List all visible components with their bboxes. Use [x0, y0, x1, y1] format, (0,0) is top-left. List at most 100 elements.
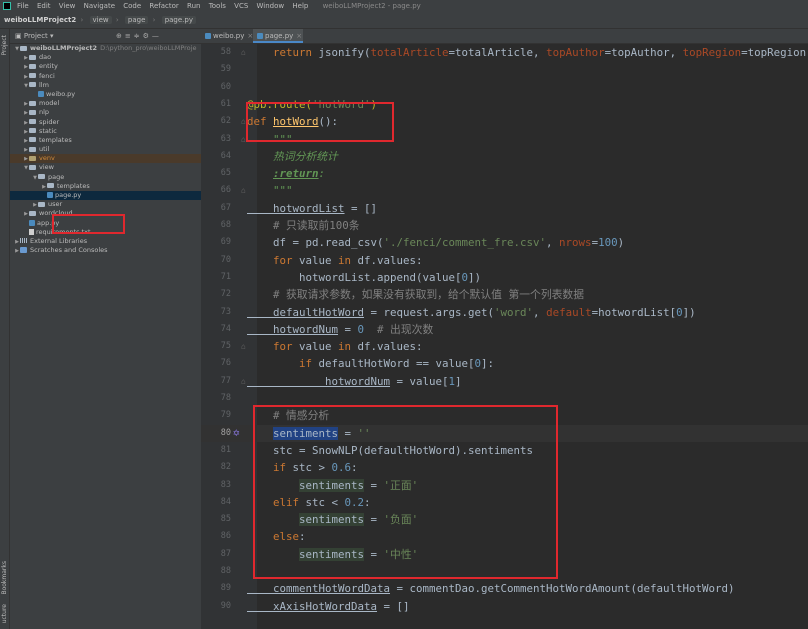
breadcrumb-page[interactable]: page [124, 16, 149, 24]
fold-marker-icon[interactable]: ⌂ [241, 113, 246, 130]
gear-icon[interactable]: ⚙ [143, 32, 152, 40]
tree-item[interactable]: ▶ util [10, 145, 201, 154]
code-line[interactable]: 78 [201, 390, 808, 407]
tree-item[interactable]: app.py [10, 219, 201, 228]
line-number[interactable]: 83 [201, 477, 231, 494]
line-number[interactable]: 61 [201, 96, 231, 113]
menu-refactor[interactable]: Refactor [149, 2, 178, 10]
tree-item[interactable]: ▼ page [10, 173, 201, 182]
code-line[interactable]: 66 ⌂ """ [201, 182, 808, 199]
code-line[interactable]: 85 sentiments = '负面' [201, 511, 808, 528]
tree-item[interactable]: ▼ view [10, 163, 201, 172]
code-line[interactable]: 63 ⌂ """ [201, 131, 808, 148]
structure-tool-button[interactable]: ucture [1, 604, 8, 623]
line-number[interactable]: 66 [201, 182, 231, 199]
tree-item[interactable]: page.py [10, 191, 201, 201]
code-line[interactable]: 61 @pb.route('hotWord') [201, 96, 808, 113]
code-line[interactable]: 71 hotwordList.append(value[0]) [201, 269, 808, 286]
line-number[interactable]: 62 [201, 113, 231, 130]
tree-item[interactable]: ▶ static [10, 127, 201, 136]
code-line[interactable]: 75 ⌂ for value in df.values: [201, 338, 808, 355]
line-number[interactable]: 89 [201, 580, 231, 597]
line-number[interactable]: 68 [201, 217, 231, 234]
menu-tools[interactable]: Tools [209, 2, 226, 10]
code-line[interactable]: 67 hotwordList = [] [201, 200, 808, 217]
line-number[interactable]: 69 [201, 234, 231, 251]
line-number[interactable]: 87 [201, 546, 231, 563]
menu-run[interactable]: Run [187, 2, 200, 10]
menu-vcs[interactable]: VCS [234, 2, 248, 10]
fold-marker-icon[interactable]: ⌂ [241, 373, 246, 390]
code-line[interactable]: 81 stc = SnowNLP(defaultHotWord).sentime… [201, 442, 808, 459]
code-line[interactable]: 77 ⌂ hotwordNum = value[1] [201, 373, 808, 390]
project-tool-button[interactable]: Project [1, 35, 8, 56]
tree-item[interactable]: ▶ External Libraries [10, 237, 201, 246]
tab-weibo-py[interactable]: weibo.py × [201, 29, 255, 43]
line-number[interactable]: 65 [201, 165, 231, 182]
menu-help[interactable]: Help [292, 2, 308, 10]
line-number[interactable]: 78 [201, 390, 231, 407]
code-line[interactable]: 90 xAxisHotWordData = [] [201, 598, 808, 615]
code-line[interactable]: 84 elif stc < 0.2: [201, 494, 808, 511]
line-number[interactable]: 76 [201, 355, 231, 372]
breadcrumb-file[interactable]: page.py [161, 16, 196, 24]
code-line[interactable]: 58 ⌂ return jsonify(totalArticle=totalArt… [201, 44, 808, 61]
breadcrumb-view[interactable]: view [89, 16, 112, 24]
tree-item[interactable]: ▶ fenci [10, 72, 201, 81]
line-number[interactable]: 67 [201, 200, 231, 217]
tree-item[interactable]: ▶ wordcloud [10, 209, 201, 218]
code-line[interactable]: 87 sentiments = '中性' [201, 546, 808, 563]
tree-item[interactable]: ▶ user [10, 200, 201, 209]
bookmark-icon[interactable]: ✡ [233, 426, 245, 439]
code-line[interactable]: 76 if defaultHotWord == value[0]: [201, 355, 808, 372]
code-line[interactable]: 80 ✡ sentiments = '' [201, 424, 808, 442]
line-number[interactable]: 90 [201, 598, 231, 615]
tree-item[interactable]: ▶ templates [10, 182, 201, 191]
menu-window[interactable]: Window [257, 2, 285, 10]
tree-item[interactable]: ▶ spider [10, 118, 201, 127]
menu-view[interactable]: View [59, 2, 76, 10]
tree-item[interactable]: requirements.txt [10, 228, 201, 237]
fold-marker-icon[interactable]: ⌂ [241, 44, 246, 61]
fold-marker-icon[interactable]: ⌂ [241, 338, 246, 355]
tree-item[interactable]: ▶ entity [10, 62, 201, 71]
code-line[interactable]: 59 [201, 61, 808, 78]
code-line[interactable]: 65 :return: [201, 165, 808, 182]
breadcrumb-project[interactable]: weiboLLMProject2 [4, 16, 76, 24]
hide-icon[interactable]: — [152, 32, 162, 40]
collapse-all-icon[interactable]: ≡ [125, 32, 134, 40]
code-line[interactable]: 68 # 只读取前100条 [201, 217, 808, 234]
code-line[interactable]: 72 # 获取请求参数，如果没有获取到，给个默认值 第一个列表数据 [201, 286, 808, 303]
tab-page-py[interactable]: page.py × [253, 29, 303, 43]
line-number[interactable]: 74 [201, 321, 231, 338]
line-number[interactable]: 80 [201, 425, 231, 442]
code-line[interactable]: 60 [201, 79, 808, 96]
code-line[interactable]: 88 [201, 563, 808, 580]
expand-icon[interactable]: ≑ [134, 32, 143, 40]
code-line[interactable]: 62 ⌂ def hotWord(): [201, 113, 808, 130]
line-number[interactable]: 63 [201, 131, 231, 148]
code-line[interactable]: 73 defaultHotWord = request.args.get('wo… [201, 304, 808, 321]
line-number[interactable]: 71 [201, 269, 231, 286]
line-number[interactable]: 60 [201, 79, 231, 96]
line-number[interactable]: 84 [201, 494, 231, 511]
close-icon[interactable]: × [296, 32, 302, 40]
tree-item[interactable]: ▶ dao [10, 53, 201, 62]
line-number[interactable]: 64 [201, 148, 231, 165]
tree-item[interactable]: weibo.py [10, 90, 201, 99]
menu-file[interactable]: File [17, 2, 29, 10]
fold-marker-icon[interactable]: ⌂ [241, 182, 246, 199]
line-number[interactable]: 59 [201, 61, 231, 78]
fold-marker-icon[interactable]: ⌂ [241, 131, 246, 148]
line-number[interactable]: 82 [201, 459, 231, 476]
tree-item[interactable]: ▼ llm [10, 81, 201, 90]
line-number[interactable]: 72 [201, 286, 231, 303]
line-number[interactable]: 75 [201, 338, 231, 355]
tree-item[interactable]: ▼ weiboLLMProject2 D:\python_pro\weiboLLMP… [10, 44, 201, 53]
code-line[interactable]: 83 sentiments = '正面' [201, 477, 808, 494]
locate-icon[interactable]: ⊕ [116, 32, 125, 40]
code-line[interactable]: 74 hotwordNum = 0 # 出现次数 [201, 321, 808, 338]
code-line[interactable]: 64 热词分析统计 [201, 148, 808, 165]
code-line[interactable]: 69 df = pd.read_csv('./fenci/comment_fre… [201, 234, 808, 251]
tree-item[interactable]: ▶ nlp [10, 108, 201, 117]
